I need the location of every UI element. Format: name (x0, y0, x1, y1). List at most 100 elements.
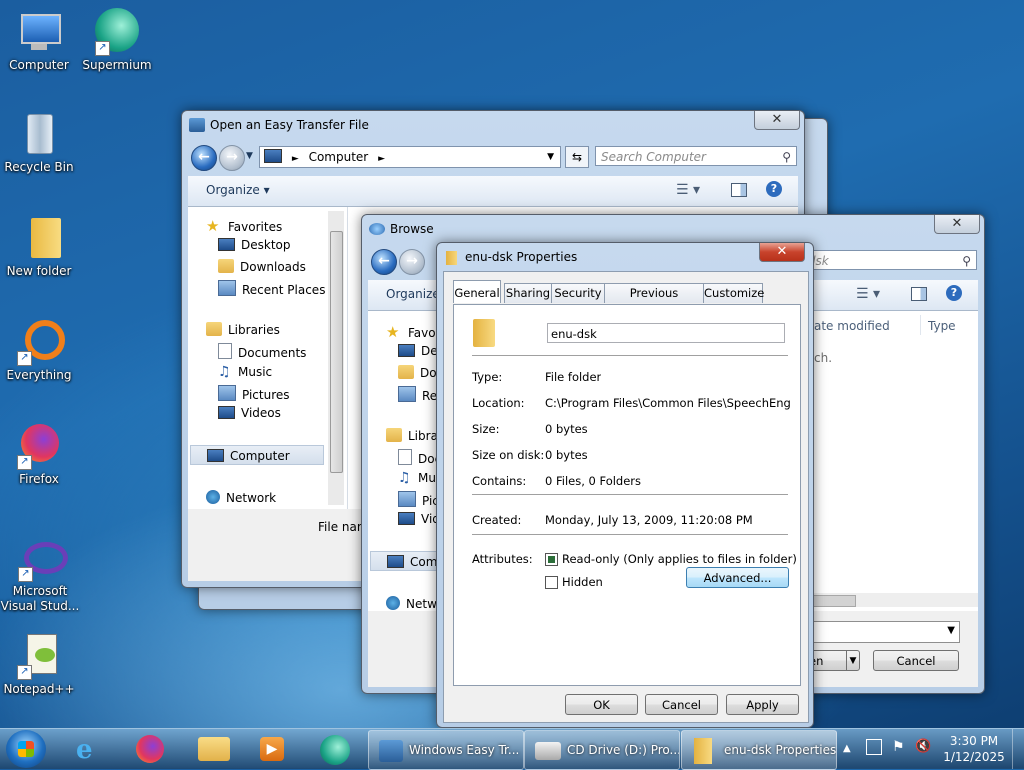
help-icon[interactable]: ? (946, 285, 962, 301)
attributes-label: Attributes: (472, 552, 533, 566)
volume-muted-icon[interactable]: 🔇 (915, 739, 931, 755)
nav-desktop[interactable]: Desktop (218, 238, 291, 252)
nav-computer[interactable]: Com (370, 551, 446, 571)
taskbar-pin-firefox[interactable] (122, 731, 178, 767)
nav-music[interactable]: ♫ Mu (398, 470, 436, 486)
nav-libraries[interactable]: Libra (386, 428, 438, 443)
flag-icon[interactable]: ⚑ (892, 739, 905, 755)
desktop-icon-visual-studio[interactable]: ↗ Microsoft Visual Stud... (0, 534, 80, 614)
nav-music[interactable]: ♫ Music (218, 364, 272, 380)
music-icon: ♫ (218, 364, 231, 380)
navigation-pane: ★ Favorites Desktop Downloads Recent Plac… (188, 207, 348, 509)
search-input[interactable]: Search Computer ⚲ (595, 146, 797, 166)
clock[interactable]: 3:30 PM 1/12/2025 (942, 733, 1006, 765)
properties-dialog[interactable]: enu-dsk Properties ✕ General Sharing Sec… (436, 242, 814, 728)
forward-button[interactable]: → (219, 145, 245, 171)
nav-favorites[interactable]: ★ Favo (386, 323, 436, 341)
nav-downloads[interactable]: Downloads (218, 259, 306, 274)
cancel-button[interactable]: Cancel (873, 650, 959, 671)
readonly-label[interactable]: Read-only (Only applies to files in fold… (562, 552, 797, 566)
general-tab-panel: enu-dsk Type: File folder Location: C:\P… (453, 304, 801, 686)
nav-documents[interactable]: Doc (398, 449, 441, 466)
advanced-button[interactable]: Advanced... (686, 567, 789, 588)
horizontal-scrollbar[interactable] (810, 593, 978, 607)
nav-scrollbar[interactable] (328, 211, 344, 505)
recent-places-icon (218, 280, 236, 296)
help-icon[interactable]: ? (766, 181, 782, 197)
task-windows-easy-transfer[interactable]: Windows Easy Tr... (368, 730, 524, 770)
tab-customize[interactable]: Customize (703, 283, 764, 303)
back-button[interactable]: ← (191, 145, 217, 171)
nav-pictures[interactable]: Pictures (218, 385, 290, 402)
folder-large-icon (473, 319, 495, 347)
taskbar-pin-internet-explorer[interactable]: e (62, 731, 118, 767)
back-button[interactable]: ← (371, 249, 397, 275)
nav-videos[interactable]: Videos (218, 406, 281, 420)
close-button[interactable]: ✕ (759, 243, 805, 262)
desktop-icon-computer[interactable]: Computer (0, 8, 78, 73)
readonly-checkbox[interactable] (545, 553, 558, 566)
desktop-icon-new-folder[interactable]: New folder (0, 214, 78, 279)
show-desktop-button[interactable] (1012, 729, 1024, 769)
recent-pages-dropdown-icon[interactable]: ▼ (246, 151, 253, 161)
hidden-checkbox[interactable] (545, 576, 558, 589)
everything-icon: ↗ (15, 318, 65, 366)
chevron-down-icon: ▼ (947, 625, 955, 636)
task-cd-drive[interactable]: CD Drive (D:) Pro... (524, 730, 680, 770)
column-type[interactable]: Type (928, 319, 956, 333)
nav-pictures[interactable]: Pic (398, 491, 439, 508)
taskbar-pin-explorer[interactable] (188, 731, 244, 767)
taskbar-pin-media-player[interactable]: ▶ (246, 731, 302, 767)
cancel-button[interactable]: Cancel (645, 694, 718, 715)
file-list-area[interactable]: ate modified Type ch. (810, 311, 978, 611)
refresh-button[interactable]: ⇆ (565, 146, 589, 168)
preview-pane-icon[interactable] (731, 183, 747, 197)
chevron-down-icon[interactable]: ▼ (846, 651, 859, 670)
preview-pane-icon[interactable] (911, 287, 927, 301)
nav-favorites[interactable]: ★ Favorites (206, 217, 282, 235)
address-bar[interactable]: ► Computer ► ▼ (259, 146, 561, 168)
apply-button[interactable]: Apply (726, 694, 799, 715)
nav-recent-places[interactable]: Recent Places (218, 280, 325, 297)
desktop-icon-supermium[interactable]: ↗ Supermium (78, 8, 156, 73)
task-enu-dsk-properties[interactable]: enu-dsk Properties (681, 730, 837, 770)
folder-name-input[interactable]: enu-dsk (547, 323, 785, 343)
views-icon[interactable]: ☰ ▾ (676, 182, 700, 198)
nav-documents[interactable]: Documents (218, 343, 306, 360)
tab-general[interactable]: General (453, 280, 501, 303)
desktop-icon-recycle-bin[interactable]: Recycle Bin (0, 110, 78, 175)
nav-libraries[interactable]: Libraries (206, 322, 280, 337)
show-hidden-icons-button[interactable]: ▲ (843, 741, 851, 757)
organize-menu[interactable]: Organize ▾ (206, 183, 270, 197)
file-type-select[interactable]: ▼ (810, 621, 960, 643)
address-dropdown-icon[interactable]: ▼ (547, 147, 554, 167)
nav-network[interactable]: Netw (386, 596, 437, 611)
type-value: File folder (545, 370, 602, 384)
column-date-modified[interactable]: ate modified (814, 319, 890, 333)
tab-previous-versions[interactable]: Previous Versions (604, 283, 704, 319)
start-button[interactable] (6, 730, 46, 768)
close-button[interactable]: ✕ (934, 215, 980, 234)
tab-sharing[interactable]: Sharing (504, 283, 552, 303)
breadcrumb-chevron-icon[interactable]: ► (292, 154, 299, 164)
divider (472, 494, 788, 495)
forward-button[interactable]: → (399, 249, 425, 275)
window-title: Browse (390, 222, 434, 236)
desktop-icon-notepadpp[interactable]: ↗ Notepad++ (0, 632, 78, 697)
action-center-icon[interactable] (866, 739, 882, 755)
nav-computer[interactable]: Computer (190, 445, 324, 465)
ok-button[interactable]: OK (565, 694, 638, 715)
breadcrumb-computer[interactable]: Computer (309, 150, 369, 164)
nav-videos[interactable]: Vid (398, 512, 440, 526)
desktop-icon-label: Microsoft Visual Stud... (0, 584, 80, 613)
views-icon[interactable]: ☰ ▾ (856, 286, 880, 302)
hidden-label[interactable]: Hidden (562, 575, 603, 589)
tab-security[interactable]: Security (551, 283, 605, 303)
taskbar-pin-supermium[interactable] (308, 731, 364, 767)
organize-menu[interactable]: Organize (386, 287, 440, 301)
desktop-icon-everything[interactable]: ↗ Everything (0, 318, 78, 383)
nav-network[interactable]: Network (206, 490, 276, 505)
breadcrumb-chevron-icon[interactable]: ► (378, 154, 385, 164)
desktop-icon-firefox[interactable]: ↗ Firefox (0, 422, 78, 487)
close-button[interactable]: ✕ (754, 111, 800, 130)
